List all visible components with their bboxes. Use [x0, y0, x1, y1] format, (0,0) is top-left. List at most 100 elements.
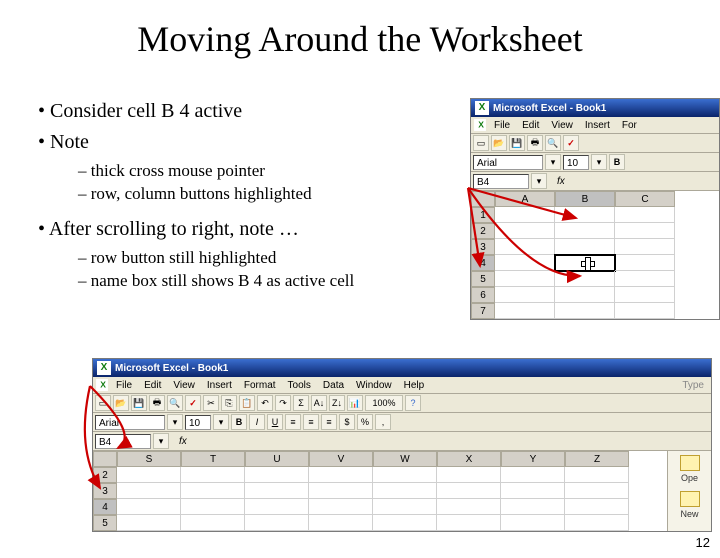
zoom-box[interactable]: 100%: [365, 395, 403, 411]
col2-z[interactable]: Z: [565, 451, 629, 467]
menu2-tools[interactable]: Tools: [283, 379, 316, 392]
menu2-help[interactable]: Help: [399, 379, 430, 392]
print-button[interactable]: 🖶: [527, 135, 543, 151]
help-hint[interactable]: Type: [677, 379, 709, 392]
underline-button[interactable]: U: [267, 414, 283, 430]
align-left-button[interactable]: ≡: [285, 414, 301, 430]
preview-button[interactable]: 🔍: [545, 135, 561, 151]
name-box-2[interactable]: B4: [95, 434, 151, 449]
font-name-dropdown-icon[interactable]: ▾: [545, 154, 561, 170]
open-button[interactable]: 📂: [491, 135, 507, 151]
subbullet-2a: row button still highlighted: [78, 247, 354, 270]
col2-v[interactable]: V: [309, 451, 373, 467]
font-name-box[interactable]: Arial: [473, 155, 543, 170]
new-button-2[interactable]: ▭: [95, 395, 111, 411]
menu-view[interactable]: View: [546, 119, 578, 132]
font-size-dropdown-icon-2[interactable]: ▾: [213, 414, 229, 430]
menu-insert[interactable]: Insert: [580, 119, 615, 132]
menu2-view[interactable]: View: [168, 379, 200, 392]
italic-button[interactable]: I: [249, 414, 265, 430]
doc-icon: X: [474, 119, 486, 131]
col2-w[interactable]: W: [373, 451, 437, 467]
col2-u[interactable]: U: [245, 451, 309, 467]
redo-button[interactable]: ↷: [275, 395, 291, 411]
row2-4[interactable]: 4: [93, 499, 117, 515]
worksheet-grid-2: S T U V W X Y Z 2 3 4 5 Ope New: [93, 451, 711, 531]
undo-button[interactable]: ↶: [257, 395, 273, 411]
copy-button[interactable]: ⎘: [221, 395, 237, 411]
spell-button-2[interactable]: ✓: [185, 395, 201, 411]
comma-button[interactable]: ,: [375, 414, 391, 430]
font-size-box-2[interactable]: 10: [185, 415, 211, 430]
taskpane-new[interactable]: New: [680, 491, 700, 519]
cell-b4-active[interactable]: [555, 255, 615, 271]
open-button-2[interactable]: 📂: [113, 395, 129, 411]
fx-label[interactable]: fx: [557, 176, 565, 187]
print-button-2[interactable]: 🖶: [149, 395, 165, 411]
row-header-2[interactable]: 2: [471, 223, 495, 239]
paste-button[interactable]: 📋: [239, 395, 255, 411]
font-name-box-2[interactable]: Arial: [95, 415, 165, 430]
row-header-1[interactable]: 1: [471, 207, 495, 223]
menu-bar: X File Edit View Insert For: [471, 117, 719, 134]
row-header-6[interactable]: 6: [471, 287, 495, 303]
preview-button-2[interactable]: 🔍: [167, 395, 183, 411]
select-all-corner[interactable]: [471, 191, 495, 207]
save-button-2[interactable]: 💾: [131, 395, 147, 411]
col2-s[interactable]: S: [117, 451, 181, 467]
doc-icon-2: X: [96, 379, 108, 391]
subbullet-1a: thick cross mouse pointer: [78, 160, 354, 183]
taskpane-open[interactable]: Ope: [680, 455, 700, 483]
select-all-corner-2[interactable]: [93, 451, 117, 467]
align-right-button[interactable]: ≡: [321, 414, 337, 430]
row-header-5[interactable]: 5: [471, 271, 495, 287]
menu-bar-2: X File Edit View Insert Format Tools Dat…: [93, 377, 711, 394]
bold-button-2[interactable]: B: [231, 414, 247, 430]
col2-t[interactable]: T: [181, 451, 245, 467]
help-button[interactable]: ?: [405, 395, 421, 411]
percent-button[interactable]: %: [357, 414, 373, 430]
slide-title: Moving Around the Worksheet: [0, 18, 720, 60]
sort-asc-button[interactable]: A↓: [311, 395, 327, 411]
row2-3[interactable]: 3: [93, 483, 117, 499]
cut-button[interactable]: ✂: [203, 395, 219, 411]
sort-desc-button[interactable]: Z↓: [329, 395, 345, 411]
chart-button[interactable]: 📊: [347, 395, 363, 411]
menu-format[interactable]: For: [617, 119, 642, 132]
subbullet-1b: row, column buttons highlighted: [78, 183, 354, 206]
menu2-file[interactable]: File: [111, 379, 137, 392]
row-header-3[interactable]: 3: [471, 239, 495, 255]
menu2-data[interactable]: Data: [318, 379, 349, 392]
bold-button[interactable]: B: [609, 154, 625, 170]
font-size-dropdown-icon[interactable]: ▾: [591, 154, 607, 170]
name-box-dropdown-icon-2[interactable]: ▾: [153, 433, 169, 449]
name-box[interactable]: B4: [473, 174, 529, 189]
menu2-window[interactable]: Window: [351, 379, 397, 392]
menu2-insert[interactable]: Insert: [202, 379, 237, 392]
col-header-c[interactable]: C: [615, 191, 675, 207]
menu2-edit[interactable]: Edit: [139, 379, 166, 392]
save-button[interactable]: 💾: [509, 135, 525, 151]
fx-label-2[interactable]: fx: [179, 436, 187, 447]
row-header-4[interactable]: 4: [471, 255, 495, 271]
bullet-2: Note: [38, 129, 354, 156]
col2-y[interactable]: Y: [501, 451, 565, 467]
new-button[interactable]: ▭: [473, 135, 489, 151]
currency-button[interactable]: $: [339, 414, 355, 430]
name-box-dropdown-icon[interactable]: ▾: [531, 173, 547, 189]
task-pane: Ope New: [667, 451, 711, 531]
col-header-b[interactable]: B: [555, 191, 615, 207]
row-header-7[interactable]: 7: [471, 303, 495, 319]
spell-button[interactable]: ✓: [563, 135, 579, 151]
menu2-format[interactable]: Format: [239, 379, 281, 392]
row2-5[interactable]: 5: [93, 515, 117, 531]
col2-x[interactable]: X: [437, 451, 501, 467]
row2-2[interactable]: 2: [93, 467, 117, 483]
menu-edit[interactable]: Edit: [517, 119, 544, 132]
menu-file[interactable]: File: [489, 119, 515, 132]
col-header-a[interactable]: A: [495, 191, 555, 207]
font-size-box[interactable]: 10: [563, 155, 589, 170]
autosum-button[interactable]: Σ: [293, 395, 309, 411]
font-name-dropdown-icon-2[interactable]: ▾: [167, 414, 183, 430]
align-center-button[interactable]: ≡: [303, 414, 319, 430]
